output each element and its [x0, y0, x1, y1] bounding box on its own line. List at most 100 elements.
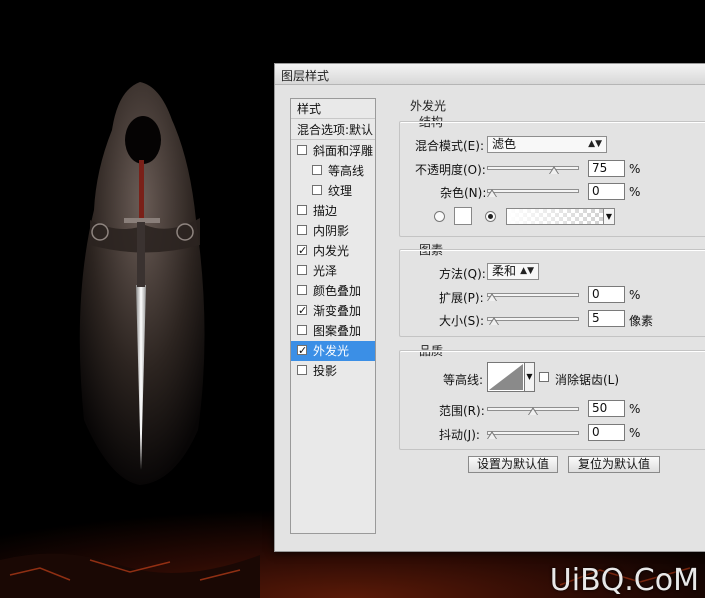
style-item[interactable]: 内阴影 — [291, 221, 375, 241]
spread-label: 扩展(P): — [439, 291, 484, 305]
style-item[interactable]: 颜色叠加 — [291, 281, 375, 301]
range-slider-thumb[interactable] — [528, 407, 538, 415]
technique-label: 方法(Q): — [439, 267, 486, 281]
gradient-radio[interactable] — [485, 211, 496, 222]
jitter-slider[interactable] — [487, 428, 579, 439]
style-item[interactable]: 斜面和浮雕 — [291, 141, 375, 161]
spread-slider-thumb[interactable] — [487, 293, 497, 301]
technique-value: 柔和 — [492, 264, 517, 278]
spread-input[interactable]: 0 — [588, 286, 625, 303]
jitter-label: 抖动(J): — [439, 428, 480, 442]
style-item-checkbox[interactable]: ✓ — [297, 245, 307, 256]
blend-mode-value: 滤色 — [492, 137, 517, 151]
style-item-checkbox[interactable] — [297, 265, 307, 275]
jitter-slider-thumb[interactable] — [487, 431, 497, 439]
gradient-dropdown-icon[interactable]: ▼ — [603, 208, 615, 225]
size-slider-thumb[interactable] — [488, 317, 499, 325]
size-unit: 像素 — [629, 314, 654, 328]
spread-slider[interactable] — [487, 290, 579, 301]
size-slider-track — [487, 317, 579, 321]
style-item[interactable]: ✓ 渐变叠加 — [291, 301, 375, 321]
dialog-titlebar[interactable]: 图层样式 — [275, 64, 705, 85]
style-item-checkbox[interactable] — [297, 365, 307, 375]
style-item[interactable]: 纹理 — [291, 181, 375, 201]
style-item-checkbox[interactable]: ✓ — [297, 345, 307, 356]
style-item[interactable]: 等高线 — [291, 161, 375, 181]
style-item-label: 内发光 — [313, 244, 350, 258]
blend-mode-select[interactable]: 滤色 ▲▼ — [487, 136, 607, 153]
jitter-input[interactable]: 0 — [588, 424, 625, 441]
style-item-label: 渐变叠加 — [313, 304, 362, 318]
spread-slider-track — [487, 293, 579, 297]
style-item-label: 斜面和浮雕 — [313, 144, 374, 158]
style-item-checkbox[interactable] — [297, 325, 307, 335]
jitter-slider-track — [487, 431, 579, 435]
range-label: 范围(R): — [439, 404, 485, 418]
opacity-label: 不透明度(O): — [415, 163, 486, 177]
style-item-checkbox[interactable] — [297, 205, 307, 215]
opacity-input[interactable]: 75 — [588, 160, 625, 177]
noise-slider-thumb[interactable] — [487, 189, 497, 197]
technique-select[interactable]: 柔和 ▲▼ — [487, 263, 539, 280]
style-item-label: 纹理 — [328, 184, 353, 198]
style-item-label: 颜色叠加 — [313, 284, 362, 298]
style-item-label: 外发光 — [313, 344, 350, 358]
style-item-label: 投影 — [313, 364, 338, 378]
noise-unit: % — [629, 185, 641, 199]
opacity-slider[interactable] — [487, 163, 579, 174]
site-watermark: UiBQ.CoM — [549, 563, 699, 598]
style-item[interactable]: 投影 — [291, 361, 375, 381]
opacity-slider-track — [487, 166, 579, 170]
style-item[interactable]: ✓ 外发光 — [291, 341, 375, 361]
style-item-checkbox[interactable] — [312, 165, 322, 175]
style-item-label: 内阴影 — [313, 224, 350, 238]
outer-glow-section-title: 外发光 — [410, 99, 447, 113]
contour-picker[interactable] — [487, 362, 525, 392]
styles-list-panel: 样式 混合选项:默认 斜面和浮雕等高线纹理描边内阴影 ✓ 内发光光泽颜色叠加 ✓ 渐变叠… — [290, 98, 376, 534]
jitter-unit: % — [629, 426, 641, 440]
style-item[interactable]: ✓ 内发光 — [291, 241, 375, 261]
layer-style-dialog: 图层样式 样式 混合选项:默认 斜面和浮雕等高线纹理描边内阴影 ✓ 内发光光泽颜色叠… — [274, 63, 705, 552]
glow-gradient-picker[interactable] — [506, 208, 614, 225]
style-item[interactable]: 光泽 — [291, 261, 375, 281]
range-slider[interactable] — [487, 404, 579, 415]
noise-input[interactable]: 0 — [588, 183, 625, 200]
size-label: 大小(S): — [439, 314, 485, 328]
spread-unit: % — [629, 288, 641, 302]
antialias-checkbox[interactable] — [539, 372, 549, 382]
style-item-checkbox[interactable] — [297, 285, 307, 295]
style-item-label: 等高线 — [328, 164, 365, 178]
set-default-button[interactable]: 设置为默认值 — [468, 456, 558, 473]
range-unit: % — [629, 402, 641, 416]
glow-color-swatch[interactable] — [454, 207, 472, 225]
style-item-checkbox[interactable]: ✓ — [297, 305, 307, 316]
size-input[interactable]: 5 — [588, 310, 625, 327]
style-item-label: 图案叠加 — [313, 324, 362, 338]
size-slider[interactable] — [487, 314, 579, 325]
select-arrows-icon: ▲▼ — [588, 139, 602, 149]
solid-color-radio[interactable] — [434, 211, 445, 222]
antialias-label[interactable]: 消除锯齿(L) — [555, 371, 619, 388]
noise-slider-track — [487, 189, 579, 193]
range-input[interactable]: 50 — [588, 400, 625, 417]
reset-default-button[interactable]: 复位为默认值 — [568, 456, 660, 473]
blend-mode-label: 混合模式(E): — [415, 139, 484, 153]
style-item-label: 光泽 — [313, 264, 338, 278]
opacity-slider-thumb[interactable] — [548, 166, 559, 174]
contour-dropdown-icon[interactable]: ▼ — [525, 362, 535, 392]
styles-header[interactable]: 样式 — [291, 99, 375, 119]
noise-label: 杂色(N): — [440, 186, 487, 200]
style-item-checkbox[interactable] — [312, 185, 322, 195]
opacity-unit: % — [629, 162, 641, 176]
select-arrows-icon: ▲▼ — [520, 266, 534, 276]
noise-slider[interactable] — [487, 186, 579, 197]
dialog-title: 图层样式 — [281, 69, 330, 83]
style-item-label: 描边 — [313, 204, 338, 218]
style-item[interactable]: 描边 — [291, 201, 375, 221]
contour-linear-icon — [489, 364, 523, 390]
style-item[interactable]: 图案叠加 — [291, 321, 375, 341]
contour-label: 等高线: — [443, 373, 484, 387]
blend-options-item[interactable]: 混合选项:默认 — [291, 120, 375, 140]
style-item-checkbox[interactable] — [297, 225, 307, 235]
style-item-checkbox[interactable] — [297, 145, 307, 155]
